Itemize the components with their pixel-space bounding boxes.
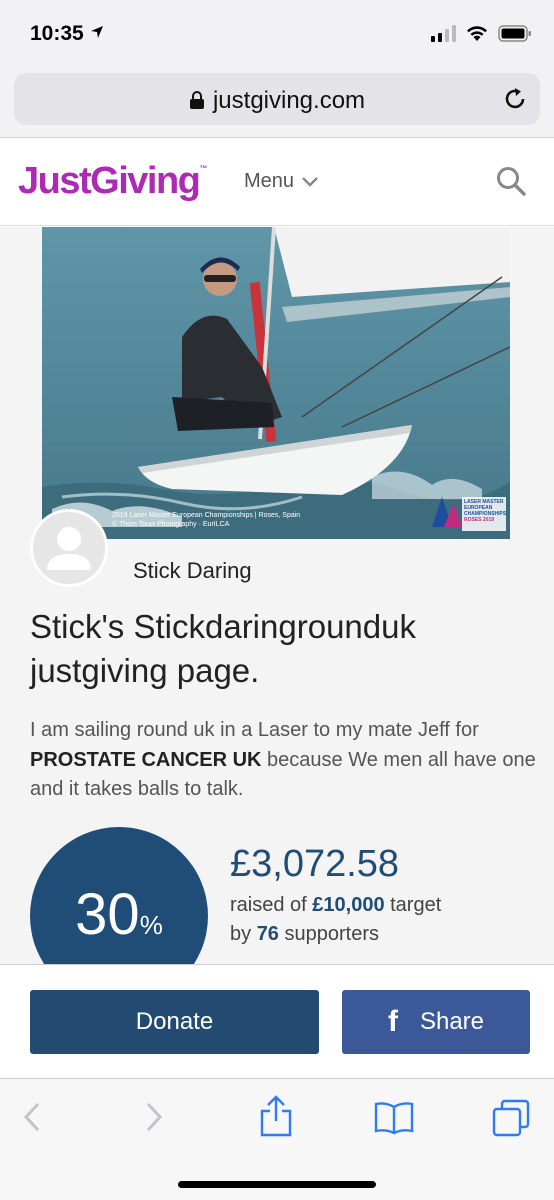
user-silhouette-icon — [33, 512, 105, 584]
hero-photo: 2019 Laser Master European Championships… — [42, 227, 510, 539]
status-bar: 10:35 — [0, 0, 554, 66]
status-time: 10:35 — [30, 22, 104, 46]
back-arrow-icon[interactable] — [22, 1101, 42, 1133]
progress-percent: 30% — [75, 882, 163, 947]
lock-icon — [189, 91, 204, 109]
cellular-signal-icon — [431, 24, 456, 42]
chevron-down-icon — [302, 176, 318, 187]
status-indicators — [431, 24, 532, 42]
fundraising-page: 2019 Laser Master European Championships… — [0, 227, 554, 964]
forward-arrow-icon[interactable] — [144, 1101, 164, 1133]
target-amount: £10,000 — [312, 894, 385, 916]
share-label: Share — [419, 1008, 485, 1035]
search-icon[interactable] — [496, 166, 526, 196]
amount-raised: £3,072.58 — [230, 843, 400, 885]
donate-label: Donate — [135, 1008, 214, 1035]
event-badge-text: LASER MASTER EUROPEAN CHAMPIONSHIPS ROSE… — [464, 499, 507, 523]
page-description: I am sailing round uk in a Laser to my m… — [30, 719, 536, 800]
avatar — [30, 509, 108, 587]
donate-button[interactable]: Donate — [30, 990, 319, 1054]
address-bar[interactable]: justgiving.com — [14, 73, 540, 125]
supporters-count: 76 — [256, 923, 279, 945]
address-text[interactable]: justgiving.com — [14, 87, 540, 115]
charity-name: PROSTATE CANCER UK — [30, 748, 262, 771]
action-bar: Donate f Share — [0, 964, 554, 1078]
tabs-icon[interactable] — [492, 1099, 530, 1137]
menu-button[interactable]: Menu — [244, 170, 318, 193]
photo-caption: 2019 Laser Master European Championships… — [112, 511, 301, 528]
share-button[interactable]: f Share — [342, 990, 530, 1054]
bookmarks-icon[interactable] — [374, 1101, 414, 1135]
url-label: justgiving.com — [212, 87, 366, 114]
facebook-icon: f — [387, 1005, 398, 1038]
share-sheet-icon[interactable] — [259, 1095, 293, 1137]
site-header: JustGiving™ Menu — [0, 138, 554, 226]
target-line: raised of £10,000 target — [230, 894, 442, 916]
justgiving-logo[interactable]: JustGiving™ — [18, 160, 207, 203]
supporters-line: by 76 supporters — [230, 923, 379, 945]
menu-label: Menu — [244, 170, 295, 192]
sailing-photo — [42, 227, 510, 539]
page-owner-name: Stick Daring — [133, 558, 252, 583]
progress-circle: 30% — [30, 827, 208, 964]
reload-icon[interactable] — [502, 86, 528, 112]
location-arrow-icon — [90, 26, 103, 38]
browser-chrome: justgiving.com — [0, 66, 554, 138]
home-indicator — [178, 1181, 376, 1188]
wifi-icon — [467, 25, 487, 41]
battery-icon — [498, 24, 531, 42]
page-title: Stick's Stickdaringrounduk justgiving pa… — [30, 608, 416, 689]
